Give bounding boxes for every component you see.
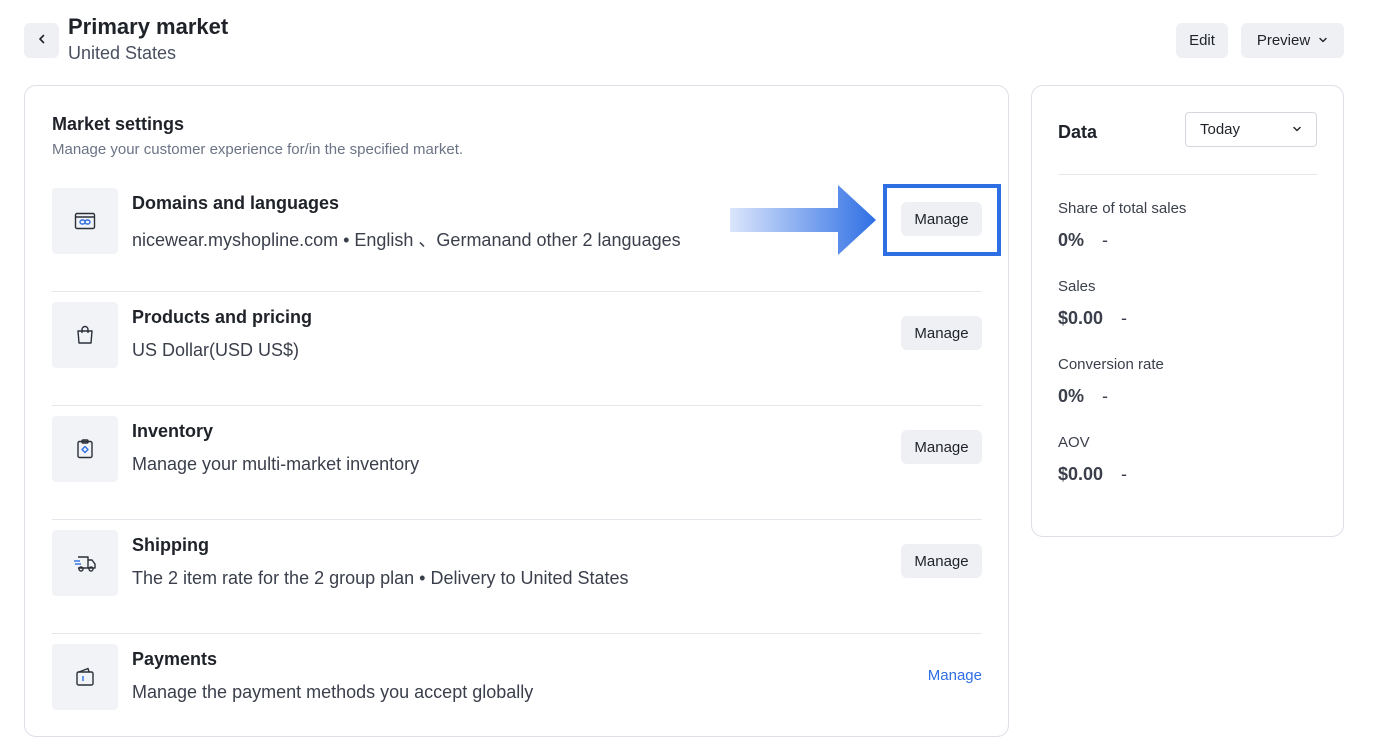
period-select-value: Today bbox=[1200, 121, 1241, 138]
metric-value-row: 0% - bbox=[1058, 230, 1186, 251]
data-card: Data Today Share of total sales 0% - Sal… bbox=[1031, 85, 1344, 537]
chevron-down-icon bbox=[1318, 32, 1328, 49]
metric-value: $0.00 bbox=[1058, 308, 1104, 328]
manage-shipping-button[interactable]: Manage bbox=[901, 544, 982, 578]
edit-button-label: Edit bbox=[1189, 32, 1215, 49]
metric-conversion-rate: Conversion rate 0% - bbox=[1058, 356, 1164, 407]
metric-label: Share of total sales bbox=[1058, 200, 1187, 217]
data-title: Data bbox=[1058, 122, 1098, 142]
section-title: Market settings bbox=[52, 114, 185, 134]
highlight-box bbox=[883, 184, 1001, 256]
market-settings-card: Market settings Manage your customer exp… bbox=[24, 85, 1009, 737]
row-description: nicewear.myshopline.com • English 、Germa… bbox=[132, 230, 681, 250]
metric-change: - bbox=[1121, 308, 1128, 328]
wallet-icon bbox=[52, 644, 118, 710]
metric-label: Sales bbox=[1058, 278, 1096, 295]
settings-row-shipping: Shipping The 2 item rate for the 2 group… bbox=[52, 520, 982, 634]
row-description: Manage your multi-market inventory bbox=[132, 454, 420, 474]
manage-products-button[interactable]: Manage bbox=[901, 316, 982, 350]
metric-label: AOV bbox=[1058, 434, 1090, 451]
metric-label: Conversion rate bbox=[1058, 356, 1164, 373]
chevron-down-icon bbox=[1292, 121, 1302, 138]
manage-payments-link[interactable]: Manage bbox=[928, 667, 982, 684]
metric-value-row: $0.00 - bbox=[1058, 308, 1127, 329]
row-title: Shipping bbox=[132, 535, 209, 555]
metric-sales: Sales $0.00 - bbox=[1058, 278, 1127, 329]
edit-button[interactable]: Edit bbox=[1176, 23, 1228, 58]
metric-aov: AOV $0.00 - bbox=[1058, 434, 1127, 485]
row-title: Payments bbox=[132, 649, 218, 669]
row-description: US Dollar(USD US$) bbox=[132, 340, 300, 360]
row-title: Domains and languages bbox=[132, 193, 340, 213]
metric-change: - bbox=[1102, 386, 1109, 406]
preview-button-label: Preview bbox=[1256, 32, 1311, 49]
chevron-left-icon bbox=[36, 32, 48, 50]
arrow-right-icon bbox=[730, 183, 880, 262]
metric-value-row: $0.00 - bbox=[1058, 464, 1127, 485]
metric-value-row: 0% - bbox=[1058, 386, 1164, 407]
settings-row-products: Products and pricing US Dollar(USD US$) … bbox=[52, 292, 982, 406]
metric-share-of-sales: Share of total sales 0% - bbox=[1058, 200, 1186, 251]
metric-value: 0% bbox=[1058, 230, 1085, 250]
clipboard-icon bbox=[52, 416, 118, 482]
domain-icon bbox=[52, 188, 118, 254]
row-title: Products and pricing bbox=[132, 307, 313, 327]
divider bbox=[1058, 174, 1317, 175]
metric-change: - bbox=[1102, 230, 1109, 250]
row-description: The 2 item rate for the 2 group plan • D… bbox=[132, 568, 629, 588]
settings-row-inventory: Inventory Manage your multi-market inven… bbox=[52, 406, 982, 520]
row-description: Manage the payment methods you accept gl… bbox=[132, 682, 534, 702]
metric-change: - bbox=[1121, 464, 1128, 484]
manage-inventory-button[interactable]: Manage bbox=[901, 430, 982, 464]
metric-value: 0% bbox=[1058, 386, 1085, 406]
section-description: Manage your customer experience for/in t… bbox=[52, 141, 464, 158]
metric-value: $0.00 bbox=[1058, 464, 1104, 484]
row-title: Inventory bbox=[132, 421, 214, 441]
settings-row-payments: Payments Manage the payment methods you … bbox=[52, 634, 982, 748]
preview-button[interactable]: Preview bbox=[1241, 23, 1344, 58]
truck-icon bbox=[52, 530, 118, 596]
back-button[interactable] bbox=[24, 23, 59, 58]
shopping-bag-icon bbox=[52, 302, 118, 368]
page-title: Primary market bbox=[68, 14, 229, 39]
page-subtitle: United States bbox=[68, 43, 177, 63]
period-select[interactable]: Today bbox=[1185, 112, 1317, 147]
